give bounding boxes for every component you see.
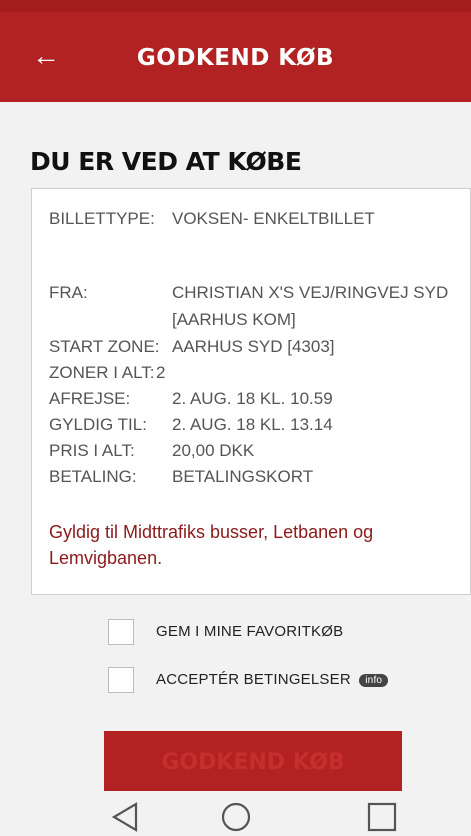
favorite-checkbox[interactable]	[108, 619, 134, 645]
system-nav-bar	[0, 792, 471, 836]
page-heading: DU ER VED AT KØBE	[30, 147, 302, 176]
terms-label: ACCEPTÉR BETINGELSER	[156, 671, 351, 688]
zones-total-value: 2	[156, 363, 166, 382]
total-price-label: PRIS I ALT:	[49, 441, 135, 460]
valid-until-value: 2. AUG. 18 KL. 13.14	[172, 415, 333, 434]
ticket-type-label: BILLETTYPE:	[49, 209, 155, 228]
departure-label: AFREJSE:	[49, 389, 131, 408]
app-bar: ← GODKEND KØB	[0, 12, 471, 102]
ticket-summary-card: BILLETTYPE: VOKSEN- ENKELTBILLET FRA: CH…	[31, 188, 471, 595]
terms-label-wrap: ACCEPTÉR BETINGELSER info	[156, 671, 389, 688]
favorite-label: GEM I MINE FAVORITKØB	[156, 623, 344, 640]
info-badge[interactable]: info	[359, 673, 389, 687]
departure-value: 2. AUG. 18 KL. 10.59	[172, 389, 333, 408]
terms-checkbox[interactable]	[108, 667, 134, 693]
approve-purchase-button[interactable]: GODKEND KØB	[104, 731, 402, 791]
validity-notice: Gyldig til Midttrafiks busser, Letbanen …	[49, 522, 374, 568]
from-label: FRA:	[49, 283, 88, 302]
total-price-value: 20,00 DKK	[172, 441, 255, 460]
app-bar-title: GODKEND KØB	[136, 45, 335, 71]
home-circle-icon[interactable]	[219, 800, 253, 834]
recents-square-icon[interactable]	[365, 800, 399, 834]
back-triangle-icon[interactable]	[108, 800, 142, 834]
start-zone-label: START ZONE:	[49, 337, 160, 356]
status-bar	[0, 0, 471, 12]
zones-total-label: ZONER I ALT:	[49, 363, 155, 382]
payment-value: BETALINGSKORT	[172, 467, 314, 486]
ticket-type-value: VOKSEN- ENKELTBILLET	[172, 209, 375, 228]
from-value-municipality: [AARHUS KOM]	[172, 310, 296, 329]
payment-label: BETALING:	[49, 467, 137, 486]
valid-until-label: GYLDIG TIL:	[49, 415, 147, 434]
start-zone-value: AARHUS SYD [4303]	[172, 337, 335, 356]
from-value: CHRISTIAN X'S VEJ/RINGVEJ SYD	[172, 283, 449, 302]
